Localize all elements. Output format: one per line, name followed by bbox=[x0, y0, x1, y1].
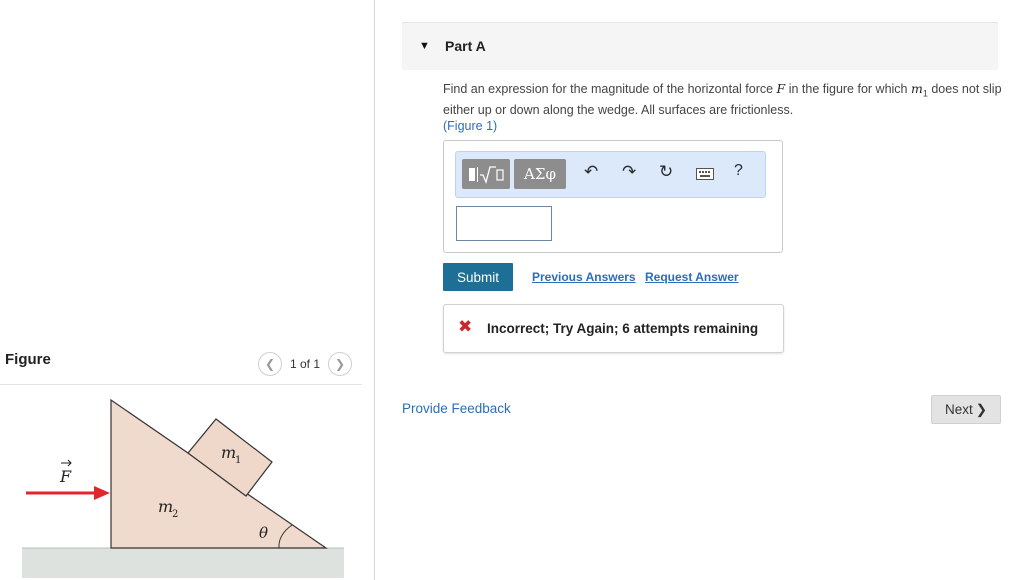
reset-icon[interactable]: ↻ bbox=[659, 162, 673, 182]
next-label: Next bbox=[944, 402, 973, 417]
m2-label: m bbox=[158, 497, 173, 516]
undo-icon[interactable]: ↶ bbox=[584, 162, 598, 182]
question-var-F: F bbox=[776, 81, 786, 96]
force-arrow-head bbox=[94, 486, 110, 500]
next-button[interactable]: Next ❯ bbox=[931, 395, 1001, 424]
ground bbox=[22, 548, 344, 578]
submit-button[interactable]: Submit bbox=[443, 263, 513, 291]
request-answer-link[interactable]: Request Answer bbox=[645, 270, 739, 284]
question-part-2: in the figure for which bbox=[785, 82, 911, 96]
symbols-button[interactable]: ΑΣφ bbox=[514, 159, 566, 189]
x-mark-icon: ✖ bbox=[458, 317, 473, 336]
chevron-right-icon[interactable]: ❯ bbox=[328, 352, 353, 376]
question-part-1: Find an expression for the magnitude of … bbox=[443, 82, 777, 96]
redo-icon[interactable]: ↷ bbox=[622, 162, 636, 182]
m1-label: m bbox=[221, 443, 236, 462]
theta-label: θ bbox=[259, 524, 268, 542]
feedback-message: Incorrect; Try Again; 6 attempts remaini… bbox=[487, 321, 759, 336]
feedback-message-box: ✖ Incorrect; Try Again; 6 attempts remai… bbox=[443, 304, 784, 353]
figure-divider bbox=[0, 384, 362, 385]
figure-counter: 1 of 1 bbox=[290, 357, 321, 371]
panel-divider bbox=[374, 0, 375, 580]
caret-down-icon[interactable]: ▼ bbox=[419, 40, 430, 52]
m1-subscript: 1 bbox=[235, 455, 241, 466]
figure-link[interactable]: (Figure 1) bbox=[443, 119, 497, 133]
part-a-header[interactable]: ▼ Part A bbox=[402, 22, 998, 70]
question-var-m: m bbox=[910, 81, 923, 96]
help-button[interactable]: ? bbox=[734, 162, 743, 180]
answer-input[interactable] bbox=[456, 206, 552, 241]
figure-title: Figure bbox=[5, 351, 51, 368]
force-label: F bbox=[59, 467, 72, 486]
previous-answers-link[interactable]: Previous Answers bbox=[532, 270, 636, 284]
part-label: Part A bbox=[445, 38, 486, 54]
keyboard-icon[interactable] bbox=[696, 168, 714, 180]
math-toolbar: ΑΣφ ↶ ↷ ↻ ? bbox=[455, 151, 766, 198]
answer-box: ΑΣφ ↶ ↷ ↻ ? bbox=[443, 140, 783, 253]
m2-subscript: 2 bbox=[172, 509, 178, 520]
question-text: Find an expression for the magnitude of … bbox=[443, 81, 1003, 134]
chevron-right-icon: ❯ bbox=[975, 401, 988, 417]
chevron-left-icon[interactable]: ❮ bbox=[258, 352, 282, 376]
figure-pager: ❮ 1 of 1 ❯ bbox=[258, 352, 353, 376]
templates-sqrt-icon[interactable] bbox=[462, 159, 510, 189]
templates-glyph bbox=[469, 166, 504, 184]
figure-image: F m 1 m 2 θ bbox=[22, 398, 344, 578]
provide-feedback-link[interactable]: Provide Feedback bbox=[402, 401, 511, 416]
